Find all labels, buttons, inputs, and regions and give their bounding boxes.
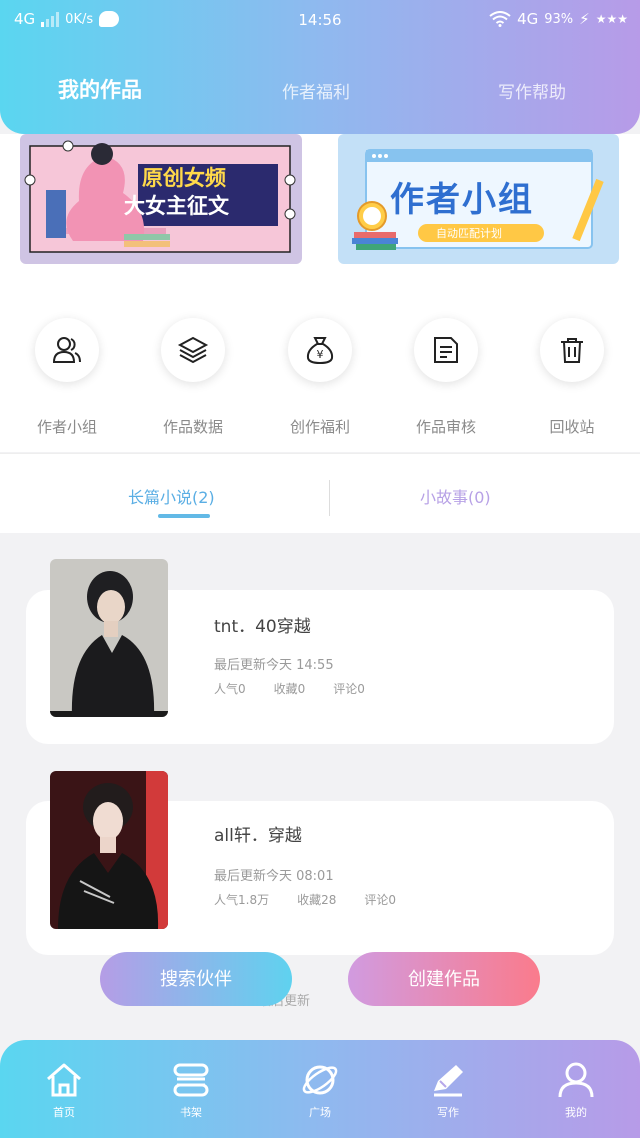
banner-author-subtitle: 自动匹配计划 bbox=[436, 227, 502, 240]
money-bag-icon: ¥ bbox=[306, 337, 334, 365]
work-popularity: 人气0 bbox=[214, 682, 246, 696]
quick-label: 作品数据 bbox=[162, 418, 223, 436]
nav-label: 写作 bbox=[437, 1106, 459, 1119]
tab-short-stories[interactable]: 小故事(0) bbox=[420, 484, 491, 508]
quick-label: 作者小组 bbox=[36, 418, 97, 436]
extra-icons: ★★★ bbox=[595, 12, 628, 26]
nav-square[interactable]: 广场 bbox=[270, 1058, 370, 1120]
work-stats: 人气1.8万 收藏28 评论0 bbox=[214, 891, 396, 908]
work-stats: 人气0 收藏0 评论0 bbox=[214, 680, 365, 697]
battery-label: 93% bbox=[544, 11, 574, 27]
banner-author-title: 作者小组 bbox=[390, 180, 534, 220]
bookshelf-icon bbox=[173, 1063, 209, 1097]
work-comments: 评论0 bbox=[364, 893, 397, 907]
layers-icon bbox=[177, 336, 209, 364]
find-partner-button[interactable]: 搜索伙伴 bbox=[100, 952, 292, 1006]
work-title: all轩．穿越 bbox=[214, 826, 302, 846]
quick-creation-benefits[interactable]: ¥ 创作福利 bbox=[265, 318, 375, 437]
nav-bookshelf[interactable]: 书架 bbox=[141, 1058, 241, 1120]
user-icon bbox=[558, 1062, 594, 1098]
header: 4G 0K/s 14:56 4G 93% ⚡ ★★★ 我的作品 作者福利 写作帮… bbox=[0, 0, 640, 134]
quick-author-group[interactable]: 作者小组 bbox=[12, 318, 122, 437]
document-icon bbox=[434, 337, 458, 363]
charging-icon: ⚡ bbox=[579, 10, 590, 28]
wifi-icon bbox=[489, 11, 511, 27]
banner-section: 原创女频 大女主征文 作者小组 自动匹配计划 bbox=[0, 134, 640, 284]
svg-text:¥: ¥ bbox=[317, 348, 324, 361]
nav-label: 书架 bbox=[180, 1106, 202, 1119]
work-popularity: 人气1.8万 bbox=[214, 893, 270, 907]
quick-work-review[interactable]: 作品审核 bbox=[391, 318, 501, 437]
planet-icon bbox=[302, 1065, 338, 1095]
trash-icon bbox=[561, 338, 583, 363]
work-cover[interactable] bbox=[50, 559, 168, 717]
nav-label: 广场 bbox=[309, 1106, 331, 1119]
quick-label: 创作福利 bbox=[289, 418, 350, 436]
create-work-button[interactable]: 创建作品 bbox=[348, 952, 540, 1006]
tab-my-works[interactable]: 我的作品 bbox=[58, 74, 142, 104]
work-favorites: 收藏28 bbox=[297, 893, 337, 907]
bottom-nav: 首页 书架 广场 写作 我的 bbox=[0, 1040, 640, 1138]
nav-me[interactable]: 我的 bbox=[526, 1058, 626, 1120]
nav-home[interactable]: 首页 bbox=[14, 1058, 114, 1120]
pen-icon bbox=[434, 1065, 463, 1097]
banner-contest-line1: 原创女频 bbox=[142, 166, 226, 190]
cover-image bbox=[50, 559, 168, 717]
status-bar: 4G 0K/s 14:56 4G 93% ⚡ ★★★ bbox=[0, 8, 640, 34]
nav-label: 首页 bbox=[53, 1106, 75, 1119]
tab-divider bbox=[329, 480, 330, 516]
quick-actions: 作者小组 作品数据 ¥ 创作福利 作品审核 回收站 bbox=[0, 284, 640, 452]
work-update-time: 最后更新今天 14:55 bbox=[214, 658, 334, 673]
home-icon bbox=[47, 1063, 81, 1097]
work-comments: 评论0 bbox=[333, 682, 365, 696]
tab-novels[interactable]: 长篇小说(2) bbox=[128, 484, 215, 508]
quick-label: 作品审核 bbox=[415, 418, 476, 436]
cover-image bbox=[50, 771, 168, 929]
work-cover[interactable] bbox=[50, 771, 168, 929]
work-favorites: 收藏0 bbox=[273, 682, 306, 696]
tab-author-benefits[interactable]: 作者福利 bbox=[282, 78, 350, 103]
header-tabs: 我的作品 作者福利 写作帮助 bbox=[0, 78, 640, 118]
quick-work-data[interactable]: 作品数据 bbox=[138, 318, 248, 437]
quick-recycle-bin[interactable]: 回收站 bbox=[517, 318, 627, 437]
banner-contest-line2: 大女主征文 bbox=[124, 194, 229, 218]
tab-writing-help[interactable]: 写作帮助 bbox=[498, 78, 566, 103]
quick-label: 回收站 bbox=[549, 418, 595, 436]
nav-label: 我的 bbox=[565, 1106, 587, 1119]
nav-write[interactable]: 写作 bbox=[398, 1058, 498, 1120]
banner-contest[interactable]: 原创女频 大女主征文 bbox=[20, 134, 302, 264]
users-icon bbox=[52, 337, 81, 363]
work-title: tnt．40穿越 bbox=[214, 617, 311, 637]
work-type-tabs: 长篇小说(2) 小故事(0) bbox=[0, 453, 640, 533]
work-update-time: 最后更新今天 08:01 bbox=[214, 869, 334, 884]
network-label-right: 4G bbox=[517, 10, 539, 28]
active-tab-indicator bbox=[158, 514, 210, 518]
banner-author-group[interactable]: 作者小组 自动匹配计划 bbox=[338, 134, 619, 264]
